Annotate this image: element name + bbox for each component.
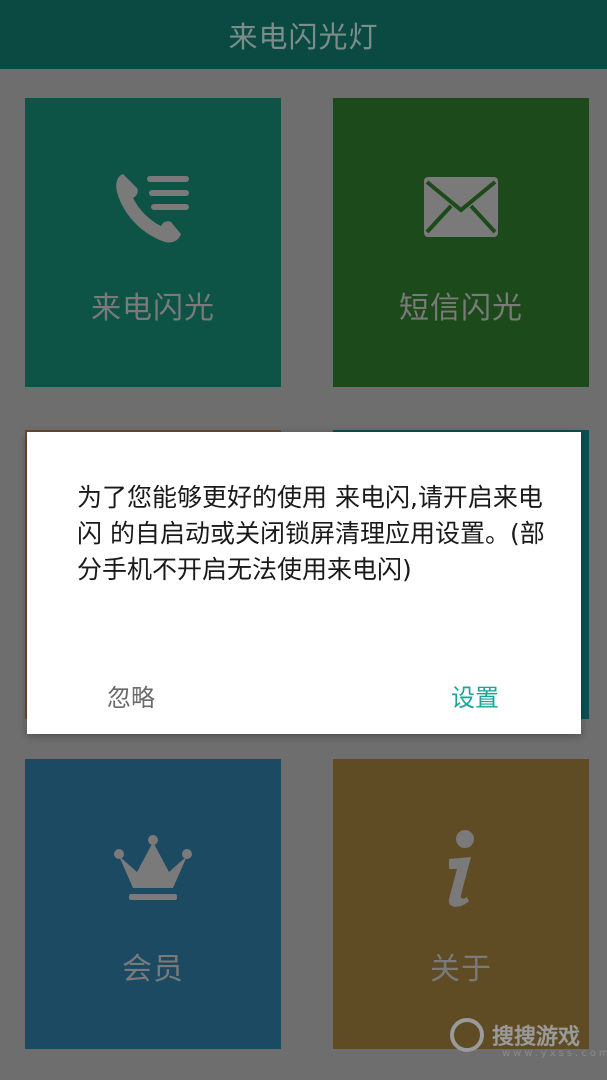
tile-about[interactable]: 关于 (333, 759, 589, 1049)
tile-call-flash[interactable]: 来电闪光 (25, 98, 281, 387)
app-title: 来电闪光灯 (228, 19, 379, 54)
phone-list-icon (113, 168, 193, 252)
watermark-logo: 搜搜游戏 www.yxss.com (450, 1018, 607, 1059)
info-icon (441, 829, 481, 913)
watermark-text: 搜搜游戏 (492, 1025, 581, 1050)
settings-button[interactable]: 设置 (451, 678, 499, 713)
tile-vip[interactable]: 会员 (25, 759, 281, 1049)
search-logo-icon (450, 1018, 484, 1052)
ignore-button[interactable]: 忽略 (107, 678, 155, 713)
watermark-url: www.yxss.com (502, 1048, 607, 1059)
envelope-icon (423, 176, 499, 242)
tile-sms-label: 短信闪光 (399, 291, 523, 326)
title-bar: 来电闪光灯 (0, 0, 607, 69)
permission-dialog: 为了您能够更好的使用 来电闪,请开启来电闪 的自启动或关闭锁屏清理应用设置。(部… (27, 432, 581, 734)
dialog-message: 为了您能够更好的使用 来电闪,请开启来电闪 的自启动或关闭锁屏清理应用设置。(部… (77, 483, 545, 584)
crown-icon (113, 834, 193, 908)
tile-about-label: 关于 (430, 952, 492, 987)
tile-sms-flash[interactable]: 短信闪光 (333, 98, 589, 387)
tile-call-label: 来电闪光 (91, 291, 215, 326)
tile-vip-label: 会员 (122, 952, 184, 987)
